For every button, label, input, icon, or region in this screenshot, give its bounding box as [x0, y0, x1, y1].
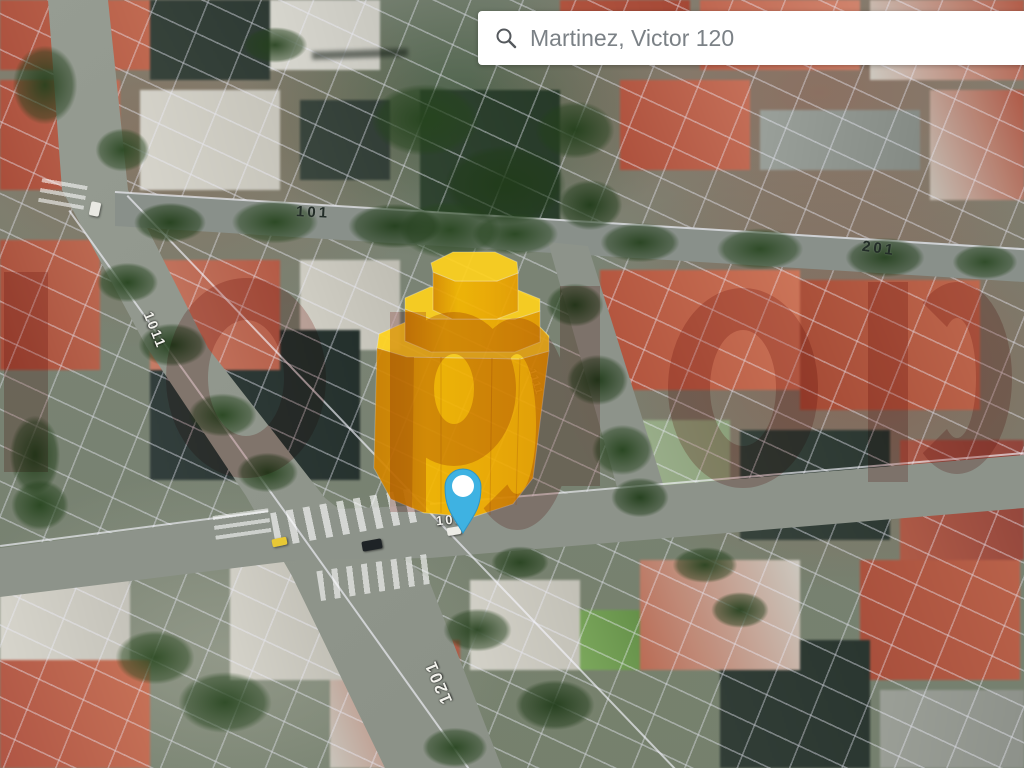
- search-icon: [494, 26, 518, 50]
- search-bar: [478, 11, 1024, 65]
- map-canvas[interactable]: 101 201 1011 1111 1201 101: [0, 0, 1024, 768]
- location-pin[interactable]: [0, 0, 1024, 768]
- search-input[interactable]: [528, 24, 1024, 53]
